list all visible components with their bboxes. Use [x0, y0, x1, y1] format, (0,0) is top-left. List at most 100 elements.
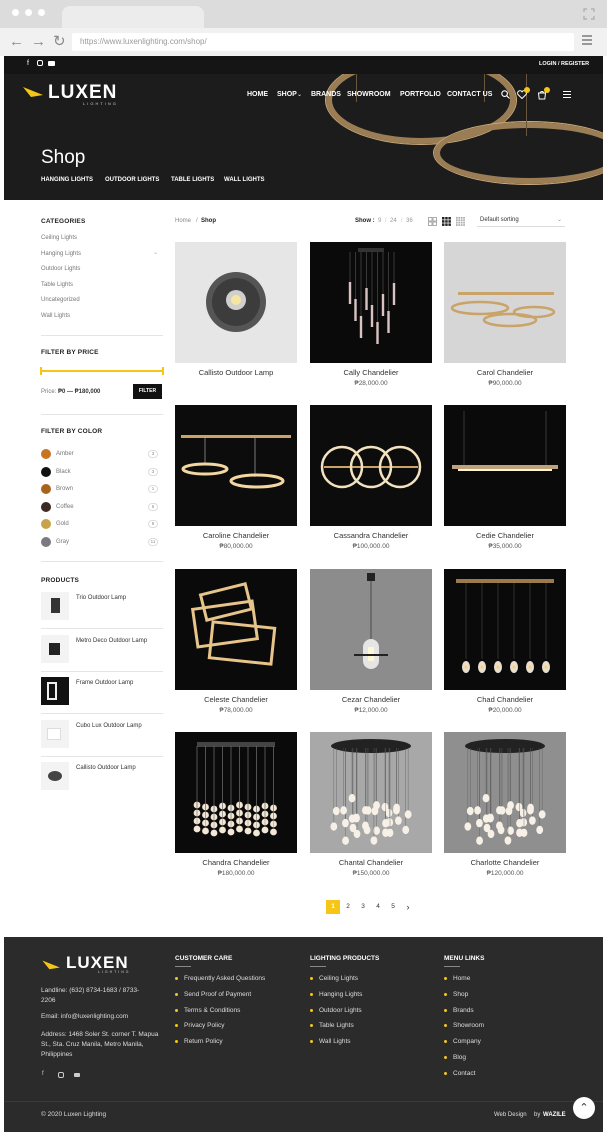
price-slider-max-handle[interactable] [162, 367, 164, 375]
product-name[interactable]: Cassandra Chandelier [310, 531, 432, 540]
footer-link[interactable]: Frequently Asked Questions [184, 975, 265, 982]
product-thumbnail[interactable] [41, 762, 69, 790]
footer-link[interactable]: Home [453, 975, 470, 982]
footer-link[interactable]: Send Proof of Payment [184, 991, 251, 998]
tab-hanging-lights[interactable]: HANGING LIGHTS [41, 177, 93, 183]
product-thumbnail[interactable] [41, 677, 69, 705]
footer-link[interactable]: Ceiling Lights [319, 975, 358, 982]
price-slider-track[interactable] [41, 370, 163, 372]
product-image[interactable] [444, 405, 566, 526]
sidebar-product-name[interactable]: Frame Outdoor Lamp [76, 680, 133, 686]
product-thumbnail[interactable] [41, 634, 69, 663]
page-4[interactable]: 4 [371, 900, 385, 914]
credit-name[interactable]: WAZILE [543, 1112, 566, 1118]
sidebar-product-name[interactable]: Cubo Lux Outdoor Lamp [76, 723, 142, 729]
product-name[interactable]: Chantal Chandelier [310, 858, 432, 867]
nav-home[interactable]: HOME [247, 91, 268, 98]
nav-brands[interactable]: BRANDS [311, 91, 341, 98]
footer-link[interactable]: Table Lights [319, 1022, 354, 1029]
show-option-9[interactable]: 9 [378, 218, 381, 224]
product-name[interactable]: Caroline Chandelier [175, 531, 297, 540]
product-name[interactable]: Cally Chandelier [310, 368, 432, 377]
nav-showroom[interactable]: SHOWROOM [347, 91, 391, 98]
instagram-icon[interactable] [58, 1072, 64, 1078]
product-image[interactable] [175, 732, 297, 853]
category-table-lights[interactable]: Table Lights [41, 282, 73, 288]
footer-link[interactable]: Blog [453, 1054, 466, 1061]
hamburger-icon[interactable] [563, 91, 571, 98]
nav-contact[interactable]: CONTACT US [447, 91, 492, 98]
product-name[interactable]: Carol Chandelier [444, 368, 566, 377]
reload-icon[interactable]: ↻ [53, 33, 66, 51]
facebook-icon[interactable]: f [27, 60, 29, 67]
youtube-icon[interactable] [48, 61, 55, 66]
window-maximize-dot[interactable] [38, 9, 45, 16]
footer-link[interactable]: Brands [453, 1007, 474, 1014]
youtube-icon[interactable] [74, 1073, 80, 1077]
product-name[interactable]: Chandra Chandelier [175, 858, 297, 867]
show-option-36[interactable]: 36 [406, 218, 413, 224]
footer-link[interactable]: Privacy Policy [184, 1022, 224, 1029]
back-icon[interactable]: ← [9, 33, 24, 51]
tab-table-lights[interactable]: TABLE LIGHTS [171, 177, 214, 183]
product-name[interactable]: Callisto Outdoor Lamp [175, 368, 297, 377]
nav-portfolio[interactable]: PORTFOLIO [400, 91, 441, 98]
fullscreen-icon[interactable] [583, 8, 595, 20]
login-register-link[interactable]: LOGIN / REGISTER [539, 61, 589, 67]
product-image[interactable] [310, 732, 432, 853]
product-name[interactable]: Cedie Chandelier [444, 531, 566, 540]
footer-link[interactable]: Return Policy [184, 1038, 223, 1045]
footer-link[interactable]: Showroom [453, 1022, 484, 1029]
product-image[interactable] [310, 569, 432, 690]
product-name[interactable]: Charlotte Chandelier [444, 858, 566, 867]
filter-button[interactable]: FILTER [133, 384, 162, 399]
product-image[interactable] [310, 405, 432, 526]
facebook-icon[interactable]: f [42, 1071, 44, 1077]
sidebar-product-name[interactable]: Trio Outdoor Lamp [76, 595, 126, 601]
category-wall-lights[interactable]: Wall Lights [41, 313, 70, 319]
browser-tab[interactable] [62, 6, 204, 28]
grid-3-icon[interactable] [442, 217, 451, 226]
address-bar[interactable]: https://www.luxenlighting.com/shop/ [72, 33, 574, 51]
footer-link[interactable]: Terms & Conditions [184, 1007, 240, 1014]
category-ceiling-lights[interactable]: Ceiling Lights [41, 235, 77, 241]
product-image[interactable] [444, 732, 566, 853]
product-thumbnail[interactable] [41, 719, 69, 748]
page-5[interactable]: 5 [386, 900, 400, 914]
product-image[interactable] [444, 242, 566, 363]
tab-wall-lights[interactable]: WALL LIGHTS [224, 177, 265, 183]
category-hanging-lights[interactable]: Hanging Lights [41, 251, 81, 257]
footer-link[interactable]: Hanging Lights [319, 991, 362, 998]
window-close-dot[interactable] [12, 9, 19, 16]
nav-shop[interactable]: SHOP [277, 91, 297, 98]
page-2[interactable]: 2 [341, 900, 355, 914]
product-thumbnail[interactable] [41, 592, 69, 620]
search-icon[interactable] [501, 90, 510, 99]
site-logo[interactable]: LUXEN LIGHTING [23, 82, 116, 106]
forward-icon[interactable]: → [31, 33, 46, 51]
browser-menu-icon[interactable] [582, 35, 592, 47]
product-image[interactable] [175, 569, 297, 690]
page-1[interactable]: 1 [326, 900, 340, 914]
back-to-top-icon[interactable]: ⌃ [573, 1097, 595, 1119]
breadcrumb-home[interactable]: Home [175, 218, 191, 224]
price-slider-min-handle[interactable] [40, 367, 42, 375]
sidebar-product-name[interactable]: Callisto Outdoor Lamp [76, 765, 136, 771]
footer-link[interactable]: Wall Lights [319, 1038, 351, 1045]
window-minimize-dot[interactable] [25, 9, 32, 16]
footer-link[interactable]: Shop [453, 991, 468, 998]
tab-outdoor-lights[interactable]: OUTDOOR LIGHTS [105, 177, 159, 183]
grid-4-icon[interactable] [456, 217, 465, 226]
footer-logo[interactable]: LUXEN LIGHTING [41, 953, 129, 974]
chevron-down-icon[interactable]: ⌄ [153, 249, 158, 256]
product-image[interactable] [175, 405, 297, 526]
sorting-select[interactable]: Default sorting ⌄ [477, 214, 565, 227]
show-option-24[interactable]: 24 [390, 218, 397, 224]
grid-2-icon[interactable] [428, 217, 437, 226]
sidebar-product-name[interactable]: Metro Deco Outdoor Lamp [76, 638, 147, 644]
page-3[interactable]: 3 [356, 900, 370, 914]
footer-link[interactable]: Contact [453, 1070, 475, 1077]
footer-link[interactable]: Company [453, 1038, 481, 1045]
category-uncategorized[interactable]: Uncategorized [41, 297, 80, 303]
instagram-icon[interactable] [37, 60, 43, 66]
